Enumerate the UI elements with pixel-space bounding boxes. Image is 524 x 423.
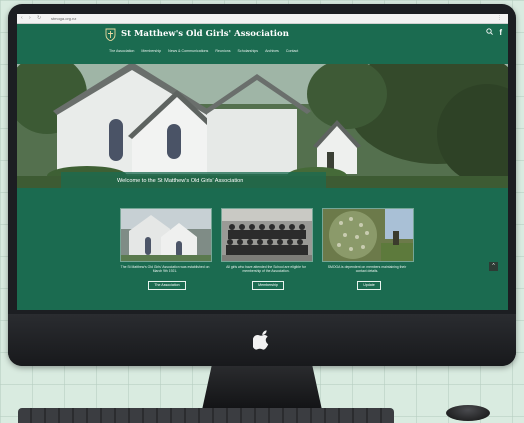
nav-item-contact[interactable]: Contact [286, 49, 298, 53]
forward-icon[interactable]: › [29, 15, 31, 22]
scroll-to-top-button[interactable]: ^ [489, 262, 498, 271]
back-icon[interactable]: ‹ [21, 15, 23, 22]
association-button[interactable]: The Association [148, 280, 186, 290]
nav-item-archives[interactable]: Archives [265, 49, 279, 53]
membership-button[interactable]: Membership [252, 280, 284, 290]
card-update: SMOGA is dependent on members maintainin… [322, 208, 416, 290]
nav-item-association[interactable]: The Association [109, 49, 134, 53]
site-title[interactable]: St Matthew's Old Girls' Association [121, 28, 289, 40]
card-association: The St Matthew's Old Girls' Association … [120, 208, 214, 290]
feature-section: The St Matthew's Old Girls' Association … [17, 188, 508, 310]
nav-item-reunions[interactable]: Reunions [215, 49, 230, 53]
search-icon[interactable] [486, 28, 495, 37]
card-membership: All girls who have attended the School a… [221, 208, 315, 290]
monitor-stand [202, 366, 322, 410]
reload-icon[interactable]: ↻ [37, 15, 41, 22]
card-text: SMOGA is dependent on members maintainin… [327, 265, 407, 274]
card-image[interactable] [120, 208, 212, 262]
crest-icon [105, 28, 116, 41]
screen: ‹ › ↻ stmoga.org.nz ⋮ St Matthew's Old G… [17, 14, 508, 310]
card-text: All girls who have attended the School a… [226, 265, 306, 274]
browser-toolbar: ‹ › ↻ stmoga.org.nz ⋮ [17, 14, 508, 24]
nav-item-scholarships[interactable]: Scholarships [238, 49, 259, 53]
apple-logo-icon [253, 330, 269, 350]
nav-item-membership[interactable]: Membership [141, 49, 161, 53]
hero-banner: Welcome to the St Matthew's Old Girls' A… [17, 64, 508, 188]
keyboard [18, 408, 394, 423]
card-text: The St Matthew's Old Girls' Association … [120, 265, 210, 274]
nav-item-news[interactable]: News & Communications [168, 49, 208, 53]
card-image[interactable] [221, 208, 313, 262]
browser-menu-icon[interactable]: ⋮ [497, 15, 502, 22]
mouse [446, 405, 490, 421]
update-button[interactable]: Update [357, 280, 381, 290]
hero-caption: Welcome to the St Matthew's Old Girls' A… [117, 178, 244, 184]
hero-image [17, 64, 508, 188]
address-bar[interactable]: stmoga.org.nz [51, 15, 76, 22]
site-header: St Matthew's Old Girls' Association f Th… [17, 24, 508, 64]
card-image[interactable] [322, 208, 414, 262]
header-icons: f [482, 27, 502, 39]
facebook-icon[interactable]: f [499, 28, 502, 37]
main-nav: The Association Membership News & Commun… [109, 49, 298, 53]
